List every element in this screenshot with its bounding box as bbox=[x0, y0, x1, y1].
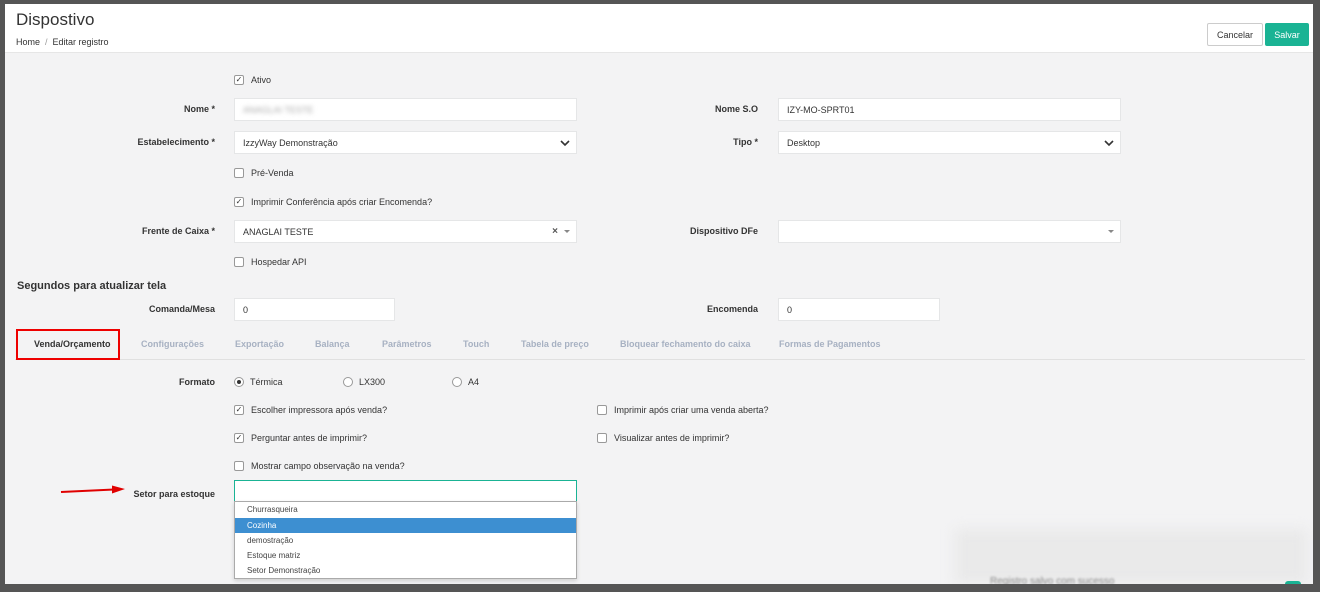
nome-input[interactable]: ANAGLAI TESTE bbox=[234, 98, 577, 121]
escolher-impressora-label: Escolher impressora após venda? bbox=[251, 405, 388, 415]
encomenda-label: Encomenda bbox=[706, 304, 758, 314]
tab-formas-pagamentos[interactable]: Formas de Pagamentos bbox=[779, 328, 881, 359]
nome-value: ANAGLAI TESTE bbox=[243, 104, 314, 115]
breadcrumb-home[interactable]: Home bbox=[16, 37, 40, 47]
visualizar-antes-label: Visualizar antes de imprimir? bbox=[614, 433, 730, 443]
hospedar-api-checkbox[interactable] bbox=[234, 257, 244, 267]
tab-parametros[interactable]: Parâmetros bbox=[382, 328, 432, 359]
imprimir-venda-aberta-checkbox-row[interactable]: Imprimir após criar uma venda aberta? bbox=[597, 405, 769, 415]
formato-label: Formato bbox=[179, 377, 215, 387]
formato-a4-radio-row[interactable]: A4 bbox=[452, 377, 479, 387]
hospedar-api-checkbox-row[interactable]: Hospedar API bbox=[234, 257, 307, 267]
section-title: Segundos para atualizar tela bbox=[17, 280, 167, 292]
imprimir-conferencia-checkbox-row[interactable]: ✓ Imprimir Conferência após criar Encome… bbox=[234, 197, 432, 207]
page-header: Dispostivo Home / Editar registro Cancelar… bbox=[5, 4, 1313, 53]
imprimir-venda-aberta-checkbox[interactable] bbox=[597, 405, 607, 415]
perguntar-antes-label: Perguntar antes de imprimir? bbox=[251, 433, 368, 443]
comanda-mesa-input[interactable]: 0 bbox=[234, 298, 395, 321]
ativo-checkbox[interactable]: ✓ bbox=[234, 75, 244, 85]
pre-venda-checkbox[interactable] bbox=[234, 168, 244, 178]
dispositivo-dfe-select[interactable] bbox=[778, 220, 1121, 243]
frente-caixa-label: Frente de Caixa * bbox=[141, 226, 215, 236]
formato-termica-radio[interactable] bbox=[234, 377, 244, 387]
formato-a4-radio[interactable] bbox=[452, 377, 462, 387]
estabelecimento-value: IzzyWay Demonstração bbox=[243, 137, 338, 148]
perguntar-antes-checkbox[interactable]: ✓ bbox=[234, 433, 244, 443]
setor-estoque-search-input[interactable] bbox=[234, 480, 577, 503]
dispositivo-dfe-label: Dispositivo DFe bbox=[689, 226, 758, 236]
pre-venda-checkbox-row[interactable]: Pré-Venda bbox=[234, 168, 294, 178]
tab-bar: Venda/Orçamento Configurações Exportação… bbox=[15, 328, 1305, 360]
hospedar-api-label: Hospedar API bbox=[251, 257, 307, 267]
frente-caixa-value: ANAGLAI TESTE bbox=[243, 226, 314, 237]
encomenda-value: 0 bbox=[787, 304, 793, 315]
encomenda-input[interactable]: 0 bbox=[778, 298, 940, 321]
imprimir-conferencia-label: Imprimir Conferência após criar Encomend… bbox=[251, 197, 433, 207]
breadcrumb-current: Editar registro bbox=[52, 37, 109, 47]
frente-caixa-select[interactable]: ANAGLAI TESTE × bbox=[234, 220, 577, 243]
dropdown-option-churrasqueira[interactable]: Churrasqueira bbox=[235, 502, 576, 517]
caret-down-icon bbox=[1108, 230, 1114, 233]
tipo-select[interactable]: Desktop bbox=[778, 131, 1121, 154]
breadcrumb-separator: / bbox=[45, 37, 48, 47]
setor-estoque-dropdown: Churrasqueira Cozinha demostração Estoqu… bbox=[234, 501, 577, 579]
perguntar-antes-checkbox-row[interactable]: ✓ Perguntar antes de imprimir? bbox=[234, 433, 367, 443]
setor-estoque-label: Setor para estoque bbox=[133, 489, 215, 499]
tab-configuracoes[interactable]: Configurações bbox=[141, 328, 204, 359]
mostrar-observacao-label: Mostrar campo observação na venda? bbox=[251, 461, 405, 471]
cancel-button[interactable]: Cancelar bbox=[1207, 23, 1263, 46]
breadcrumb: Home / Editar registro bbox=[16, 37, 109, 47]
dropdown-option-setor-demonstracao[interactable]: Setor Demonstração bbox=[235, 563, 576, 578]
comanda-mesa-value: 0 bbox=[243, 304, 249, 315]
escolher-impressora-checkbox[interactable]: ✓ bbox=[234, 405, 244, 415]
toast-text: Registro salvo com sucesso bbox=[990, 576, 1115, 584]
tipo-value: Desktop bbox=[787, 137, 821, 148]
ativo-checkbox-row[interactable]: ✓ Ativo bbox=[234, 75, 271, 85]
toast-close-button[interactable] bbox=[1285, 581, 1301, 584]
estabelecimento-select[interactable]: IzzyWay Demonstração bbox=[234, 131, 577, 154]
chevron-down-icon bbox=[560, 140, 570, 147]
form-content: ✓ Ativo Nome * ANAGLAI TESTE Nome S.O IZ… bbox=[5, 53, 1313, 584]
imprimir-conferencia-checkbox[interactable]: ✓ bbox=[234, 197, 244, 207]
app-window: Dispostivo Home / Editar registro Cancelar… bbox=[5, 4, 1313, 584]
pre-venda-label: Pré-Venda bbox=[251, 168, 294, 178]
tab-tabela-preco[interactable]: Tabela de preço bbox=[521, 328, 589, 359]
tab-bloquear-fechamento[interactable]: Bloquear fechamento do caixa bbox=[620, 328, 751, 359]
dropdown-option-estoque-matriz[interactable]: Estoque matriz bbox=[235, 548, 576, 563]
dropdown-option-cozinha[interactable]: Cozinha bbox=[235, 518, 576, 533]
comanda-mesa-label: Comanda/Mesa bbox=[148, 304, 215, 314]
nome-so-value: IZY-MO-SPRT01 bbox=[787, 104, 855, 115]
caret-down-icon bbox=[564, 230, 570, 233]
nome-so-label: Nome S.O bbox=[714, 104, 758, 114]
nome-label: Nome * bbox=[183, 104, 215, 114]
mostrar-observacao-checkbox[interactable] bbox=[234, 461, 244, 471]
formato-lx300-label: LX300 bbox=[359, 377, 386, 387]
ativo-label: Ativo bbox=[251, 75, 272, 85]
formato-a4-label: A4 bbox=[468, 377, 480, 387]
clear-icon[interactable]: × bbox=[552, 226, 558, 237]
tipo-label: Tipo * bbox=[733, 137, 758, 147]
estabelecimento-label: Estabelecimento * bbox=[137, 137, 215, 147]
tab-exportacao[interactable]: Exportação bbox=[235, 328, 284, 359]
mostrar-observacao-checkbox-row[interactable]: Mostrar campo observação na venda? bbox=[234, 461, 405, 471]
visualizar-antes-checkbox-row[interactable]: Visualizar antes de imprimir? bbox=[597, 433, 729, 443]
formato-lx300-radio-row[interactable]: LX300 bbox=[343, 377, 385, 387]
imprimir-venda-aberta-label: Imprimir após criar uma venda aberta? bbox=[614, 405, 769, 415]
tab-balanca[interactable]: Balança bbox=[315, 328, 350, 359]
page-title: Dispostivo bbox=[16, 10, 95, 29]
formato-termica-radio-row[interactable]: Térmica bbox=[234, 377, 283, 387]
escolher-impressora-checkbox-row[interactable]: ✓ Escolher impressora após venda? bbox=[234, 405, 387, 415]
annotation-highlight-box bbox=[16, 329, 120, 360]
formato-lx300-radio[interactable] bbox=[343, 377, 353, 387]
nome-so-input[interactable]: IZY-MO-SPRT01 bbox=[778, 98, 1121, 121]
tab-touch[interactable]: Touch bbox=[463, 328, 489, 359]
chevron-down-icon bbox=[1104, 140, 1114, 147]
visualizar-antes-checkbox[interactable] bbox=[597, 433, 607, 443]
save-button[interactable]: Salvar bbox=[1265, 23, 1309, 46]
dropdown-option-demostracao[interactable]: demostração bbox=[235, 533, 576, 548]
formato-termica-label: Térmica bbox=[250, 377, 283, 387]
